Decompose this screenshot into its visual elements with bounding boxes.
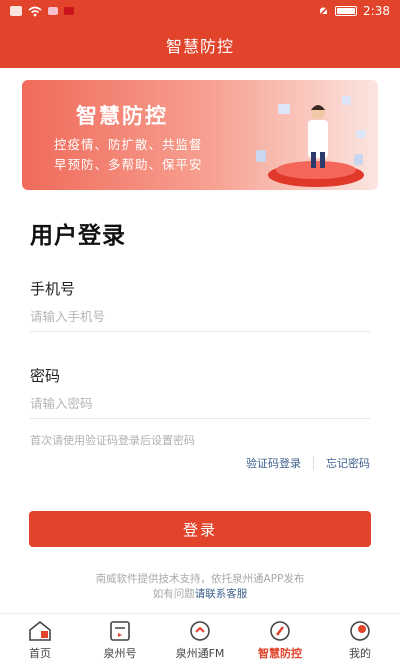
forgot-password-link[interactable]: 忘记密码 [326, 455, 370, 471]
status-time: 2:38 [363, 4, 390, 18]
auth-links: 验证码登录 忘记密码 [246, 455, 370, 471]
password-input[interactable] [30, 389, 370, 419]
tab-quanzhou-hao[interactable]: 泉州号 [80, 614, 160, 666]
phone-label: 手机号 [30, 280, 76, 298]
question-text: 如有问题 [152, 588, 195, 600]
tab-home[interactable]: 首页 [0, 614, 80, 666]
promo-banner: 智慧防控 控疫情、防扩散、共监督 早预防、多帮助、保平安 [22, 80, 378, 190]
shield-icon [270, 621, 290, 641]
contact-line: 如有问题请联系客服 [0, 586, 400, 601]
wifi-icon [28, 6, 42, 16]
banner-slogan-line-1: 控疫情、防扩散、共监督 [54, 137, 203, 152]
login-button[interactable]: 登录 [29, 511, 371, 547]
radio-icon [190, 621, 210, 641]
first-login-hint: 首次请使用验证码登录后设置密码 [30, 434, 195, 447]
login-title: 用户登录 [30, 223, 126, 249]
status-left [10, 6, 74, 17]
flag-icon [64, 7, 74, 15]
tab-home-label: 首页 [29, 647, 51, 660]
tab-fm-label: 泉州通FM [175, 647, 225, 660]
tech-support-text: 南威软件提供技术支持，依托泉州通APP发布 [95, 573, 305, 585]
tab-smart-prevention-label: 智慧防控 [258, 647, 302, 660]
battery-icon [335, 6, 358, 16]
tab-mine-label: 我的 [349, 647, 371, 660]
contact-support-link[interactable]: 请联系客服 [195, 588, 248, 600]
banner-slogan-line-2: 早预防、多帮助、保平安 [54, 157, 203, 172]
profile-icon [350, 621, 370, 641]
doctor-illustration-icon [256, 96, 366, 187]
tab-mine[interactable]: 我的 [320, 614, 400, 666]
tab-smart-prevention[interactable]: 智慧防控 [240, 614, 320, 666]
link-divider [313, 456, 314, 470]
banner-title: 智慧防控 [76, 104, 168, 128]
home-icon [29, 620, 51, 641]
mute-icon [318, 5, 329, 17]
password-label: 密码 [30, 367, 61, 385]
bottom-tab-bar: 首页 泉州号 泉州通FM 智慧防控 我的 [0, 613, 400, 666]
status-right: 2:38 [318, 4, 390, 18]
app-bar: 智慧防控 [0, 22, 400, 68]
news-icon [110, 621, 130, 641]
status-bar: 2:38 [0, 0, 400, 22]
tab-quanzhou-hao-label: 泉州号 [103, 647, 137, 660]
notification-icon [10, 6, 22, 16]
code-login-link[interactable]: 验证码登录 [246, 455, 301, 471]
phone-input[interactable] [30, 302, 370, 332]
page-title: 智慧防控 [165, 37, 234, 56]
app-icon [48, 7, 58, 15]
tab-fm[interactable]: 泉州通FM [160, 614, 240, 666]
